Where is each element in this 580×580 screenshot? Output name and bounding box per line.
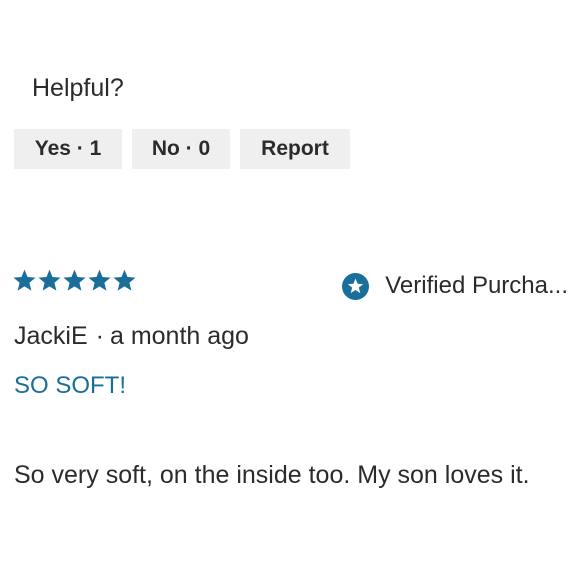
meta-separator: · [95,322,104,350]
review-date: a month ago [109,322,249,350]
report-button[interactable]: Report [240,129,350,169]
verified-star-badge-icon [342,272,370,300]
star-icon [87,268,112,293]
star-icon [62,268,87,293]
verified-purchase-badge: Verified Purcha... [342,272,568,300]
star-icon [12,268,37,293]
yes-vote-button[interactable]: Yes · 1 [14,129,122,169]
star-icon [37,268,62,293]
review-body: So very soft, on the inside too. My son … [14,461,530,489]
review-page: Helpful? Yes · 1 No · 0 Report Verified … [0,0,580,580]
review-author: JackiE [14,322,88,350]
helpful-vote-row: Yes · 1 No · 0 Report [14,129,350,169]
no-vote-button[interactable]: No · 0 [132,129,230,169]
star-icon [112,268,137,293]
review-title: SO SOFT! [14,372,127,399]
review-meta: JackiE · a month ago [14,322,249,351]
star-rating [12,268,137,293]
helpful-label: Helpful? [32,74,124,102]
review-header: Verified Purcha... [12,268,568,308]
verified-purchase-text: Verified Purcha... [385,272,568,299]
